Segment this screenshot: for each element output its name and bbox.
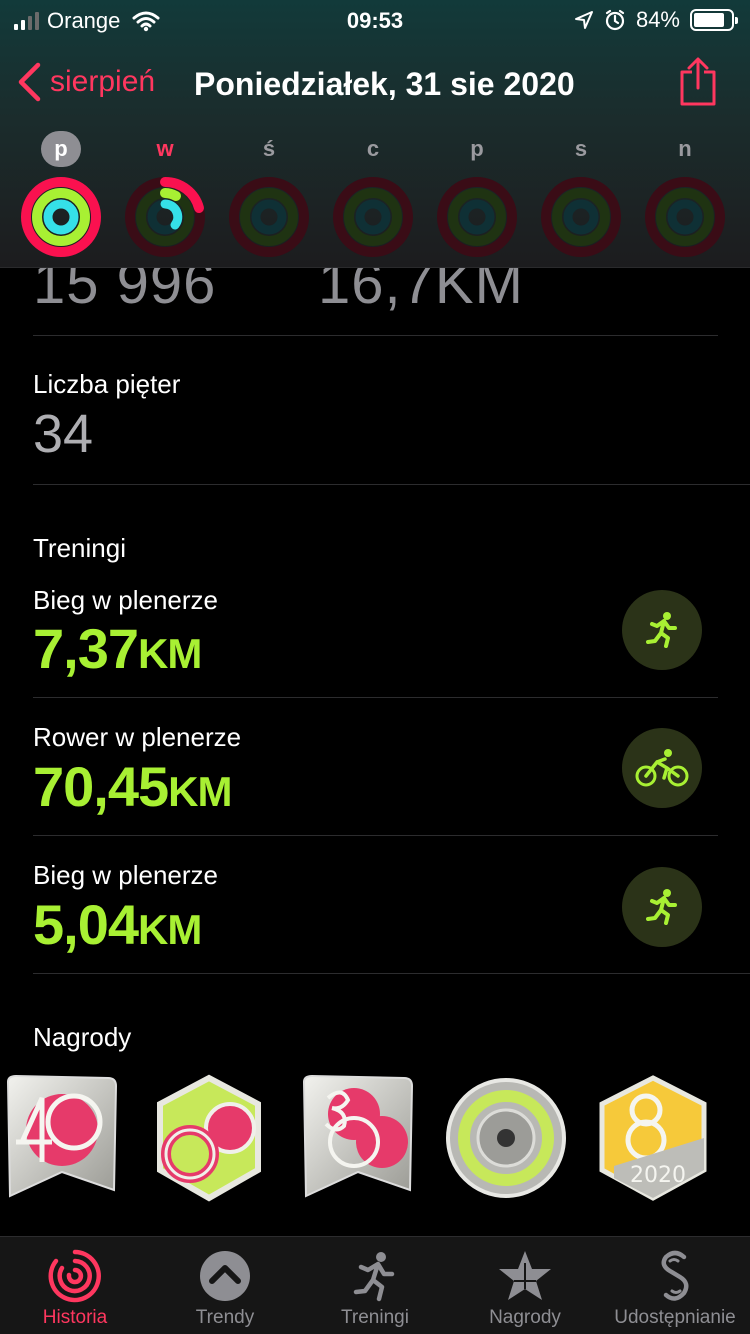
trends-icon bbox=[200, 1251, 250, 1301]
day-label: c bbox=[366, 136, 380, 161]
status-right: 84% bbox=[574, 7, 738, 33]
divider bbox=[33, 697, 718, 698]
divider bbox=[33, 835, 718, 836]
header: Orange 09:53 84% sierpień Poniedziałek, … bbox=[0, 0, 750, 268]
divider bbox=[33, 335, 718, 336]
workout-name: Rower w plenerze bbox=[33, 722, 242, 752]
day-sunday[interactable]: n bbox=[642, 132, 728, 258]
sharing-icon bbox=[661, 1250, 689, 1301]
day-friday[interactable]: p bbox=[434, 132, 520, 258]
award-2020-engraving: 2020 bbox=[630, 1163, 686, 1188]
chevron-left-icon bbox=[18, 62, 41, 102]
history-rings-icon bbox=[48, 1249, 101, 1303]
workouts-section-title: Treningi bbox=[33, 533, 126, 563]
tab-nagrody[interactable]: Nagrody bbox=[450, 1237, 600, 1334]
activity-rings-icon bbox=[437, 177, 517, 257]
battery-icon bbox=[690, 9, 738, 31]
floors-label: Liczba pięter bbox=[33, 369, 181, 399]
tab-label: Trendy bbox=[195, 1307, 255, 1328]
day-label: p bbox=[41, 131, 81, 167]
workout-name: Bieg w plenerze bbox=[33, 860, 218, 890]
running-icon bbox=[622, 590, 702, 670]
divider bbox=[33, 973, 750, 974]
activity-rings-icon bbox=[125, 176, 205, 257]
award-badge-2020-icon[interactable]: 2020 bbox=[594, 1072, 712, 1206]
back-button[interactable]: sierpień bbox=[16, 62, 155, 102]
tab-label: Nagrody bbox=[489, 1307, 561, 1328]
alarm-icon bbox=[605, 9, 625, 31]
week-strip: p w ś c p s n bbox=[10, 131, 740, 262]
status-bar: Orange 09:53 84% bbox=[0, 0, 750, 40]
divider bbox=[33, 484, 750, 485]
tab-udostepnianie[interactable]: Udostępnianie bbox=[600, 1237, 750, 1334]
activity-rings-icon bbox=[21, 177, 101, 257]
location-icon bbox=[574, 11, 593, 29]
back-label: sierpień bbox=[50, 65, 156, 98]
tab-treningi[interactable]: Treningi bbox=[300, 1237, 450, 1334]
battery-percent: 84% bbox=[635, 7, 680, 32]
awards-section-title: Nagrody bbox=[33, 1022, 132, 1052]
running-icon bbox=[622, 867, 702, 947]
share-icon[interactable] bbox=[678, 56, 718, 106]
running-icon bbox=[353, 1252, 395, 1302]
workout-distance: 70,45KM bbox=[33, 755, 232, 818]
tab-label: Udostępnianie bbox=[614, 1307, 736, 1328]
day-tuesday[interactable]: w bbox=[122, 132, 208, 258]
workout-name: Bieg w plenerze bbox=[33, 585, 218, 615]
day-saturday[interactable]: s bbox=[538, 132, 624, 258]
day-label: n bbox=[678, 136, 692, 161]
workout-distance: 7,37KM bbox=[33, 617, 202, 680]
page-title: Poniedziałek, 31 sie 2020 bbox=[194, 66, 575, 102]
tab-historia[interactable]: Historia bbox=[0, 1237, 150, 1334]
day-label: w bbox=[156, 136, 174, 161]
activity-rings-icon bbox=[229, 177, 309, 257]
tab-label: Historia bbox=[42, 1307, 108, 1328]
award-badge-ring-icon[interactable] bbox=[444, 1072, 568, 1206]
award-badge-infinity-icon[interactable] bbox=[150, 1072, 268, 1206]
workout-distance: 5,04KM bbox=[33, 893, 202, 956]
awards-carousel[interactable]: 2020 bbox=[0, 1072, 750, 1206]
award-badge-30-icon[interactable] bbox=[298, 1072, 418, 1206]
day-label: ś bbox=[262, 136, 276, 161]
day-monday[interactable]: p bbox=[18, 131, 104, 258]
award-badge-40-icon[interactable] bbox=[2, 1072, 122, 1206]
activity-rings-icon bbox=[333, 177, 413, 257]
tab-label: Treningi bbox=[341, 1307, 409, 1328]
day-thursday[interactable]: c bbox=[330, 132, 416, 258]
activity-rings-icon bbox=[541, 177, 621, 257]
navigation-bar: sierpień Poniedziałek, 31 sie 2020 bbox=[0, 56, 750, 112]
battery-fill bbox=[694, 13, 725, 27]
tab-trendy[interactable]: Trendy bbox=[150, 1237, 300, 1334]
star-icon bbox=[499, 1251, 551, 1300]
floors-value: 34 bbox=[33, 404, 94, 464]
day-label: p bbox=[470, 136, 484, 161]
cycling-icon bbox=[622, 728, 702, 808]
day-label: s bbox=[574, 136, 588, 161]
day-wednesday[interactable]: ś bbox=[226, 132, 312, 258]
tab-bar: Historia Trendy Treningi Nagrody Udostęp… bbox=[0, 1236, 750, 1334]
activity-rings-icon bbox=[645, 177, 725, 257]
